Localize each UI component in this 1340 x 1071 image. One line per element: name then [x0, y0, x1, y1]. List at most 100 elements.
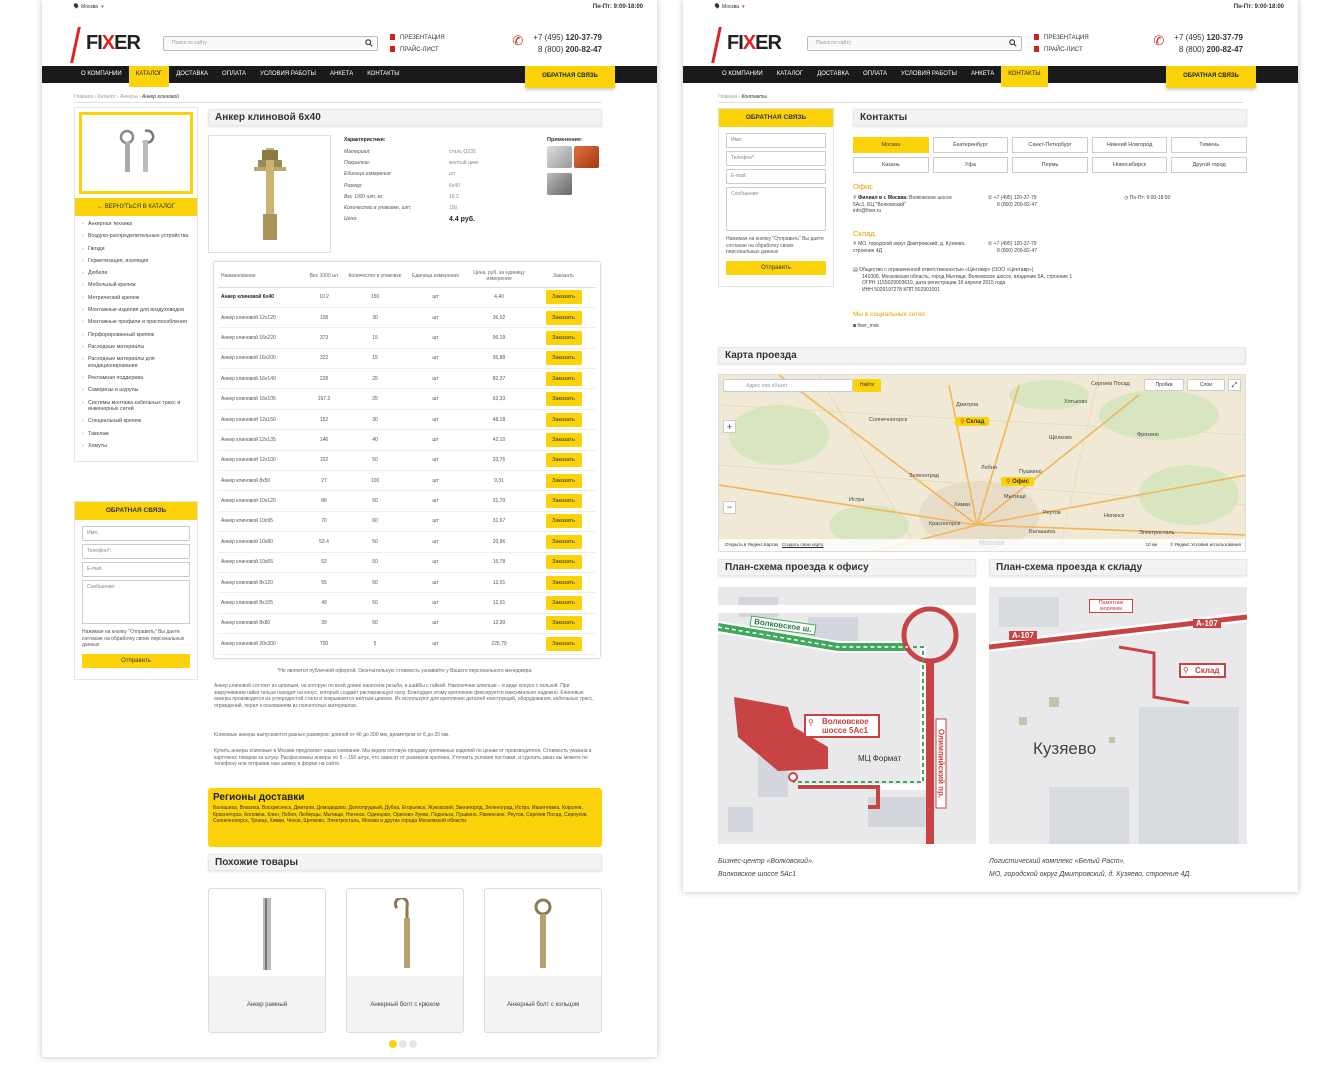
submit-button[interactable]: Отправить — [82, 653, 190, 668]
category-item[interactable]: Хомуты — [82, 443, 192, 450]
phone-field[interactable]: Телефон*: — [82, 544, 190, 559]
city-tab[interactable]: Уфа — [932, 157, 1009, 173]
office-email[interactable]: info@fixer.ru — [853, 208, 881, 214]
zoom-out-button[interactable]: − — [723, 501, 736, 514]
similar-card[interactable]: Анкерный болт с кольцом — [484, 888, 602, 1033]
nav-survey[interactable]: АНКЕТА — [323, 66, 360, 83]
phone-2[interactable]: 8 (800) 200-82-47 — [1174, 44, 1243, 56]
order-button[interactable]: Заказать — [545, 514, 582, 529]
submit-button[interactable]: Отправить — [726, 260, 826, 275]
category-item[interactable]: Перфорированный крепеж — [82, 332, 192, 339]
open-in-yandex-link[interactable]: Открыть в Яндекс.Картах — [725, 542, 778, 547]
presentation-link[interactable]: ПРЕЗЕНТАЦИЯ — [390, 32, 445, 44]
crumb-home[interactable]: Главная — [718, 94, 737, 100]
name-field[interactable]: Имя: — [726, 133, 826, 148]
search-input[interactable]: Поиск по сайту — [807, 36, 1022, 51]
crumb-catalog[interactable]: Каталог — [97, 94, 115, 100]
category-item[interactable]: Монтажные профили и приспособления — [82, 319, 192, 326]
order-button[interactable]: Заказать — [545, 371, 582, 386]
order-button[interactable]: Заказать — [545, 432, 582, 447]
feedback-button[interactable]: ОБРАТНАЯ СВЯЗЬ — [1166, 66, 1256, 88]
order-button[interactable]: Заказать — [545, 330, 582, 345]
order-button[interactable]: Заказать — [545, 392, 582, 407]
carousel-dot[interactable] — [409, 1040, 417, 1048]
fullscreen-icon[interactable]: ⤢ — [1228, 379, 1241, 391]
city-tab[interactable]: Тюмень — [1171, 137, 1247, 153]
nav-payment[interactable]: ОПЛАТА — [856, 66, 894, 83]
category-item[interactable]: Рекламная поддержка — [82, 375, 192, 382]
logo[interactable]: FIXER — [711, 27, 795, 67]
nav-delivery[interactable]: ДОСТАВКА — [810, 66, 856, 83]
carousel-dot[interactable] — [399, 1040, 407, 1048]
city-tab[interactable]: Пермь — [1012, 157, 1088, 173]
phone-2[interactable]: 8 (800) 200-82-47 — [533, 44, 602, 56]
phone-field[interactable]: Телефон*: — [726, 151, 826, 166]
logo[interactable]: FIXER — [70, 27, 154, 67]
city-tab[interactable]: Новосибирск — [1091, 157, 1168, 173]
order-button[interactable]: Заказать — [545, 534, 582, 549]
order-button[interactable]: Заказать — [545, 473, 582, 488]
city-tab[interactable]: Нижний Новгород — [1091, 137, 1168, 153]
nav-contacts[interactable]: КОНТАКТЫ — [360, 66, 406, 83]
map-search-input[interactable]: Адрес или объект — [723, 379, 853, 392]
city-tab[interactable]: Москва — [853, 137, 929, 153]
order-button[interactable]: Заказать — [545, 636, 582, 651]
nav-about[interactable]: О КОМПАНИИ — [74, 66, 129, 83]
nav-catalog[interactable]: КАТАЛОГ — [770, 66, 810, 83]
order-button[interactable]: Заказать — [545, 310, 582, 325]
carousel-dot[interactable] — [389, 1040, 397, 1048]
warehouse-phone-1[interactable]: +7 (495) 120-37-79 — [994, 241, 1037, 247]
map-layers-button[interactable]: Слои — [1187, 379, 1225, 391]
category-item[interactable]: Саморезы и шурупы — [82, 387, 192, 394]
order-button[interactable]: Заказать — [545, 351, 582, 366]
presentation-link[interactable]: ПРЕЗЕНТАЦИЯ — [1034, 32, 1089, 44]
order-button[interactable]: Заказать — [545, 555, 582, 570]
message-field[interactable]: Сообщение: — [82, 580, 190, 624]
category-item[interactable]: Дюбели — [82, 270, 192, 277]
nav-payment[interactable]: ОПЛАТА — [215, 66, 253, 83]
category-item[interactable]: Мебельный крепеж — [82, 282, 192, 289]
warehouse-phone-2[interactable]: 8 (800) 200-82-47 — [988, 248, 1037, 254]
city-tab[interactable]: Другой город — [1171, 157, 1247, 173]
order-button[interactable]: Заказать — [545, 290, 582, 305]
category-item[interactable]: Такелаж — [82, 431, 192, 438]
search-input[interactable]: Поиск по сайту — [163, 36, 378, 51]
pricelist-link[interactable]: ПРАЙС-ЛИСТ — [1034, 44, 1089, 56]
map-terms[interactable]: © Яндекс Условия использования — [1170, 539, 1241, 551]
name-field[interactable]: Имя: — [82, 526, 190, 541]
city-selector[interactable]: Москва ▾ — [715, 3, 745, 10]
nav-terms[interactable]: УСЛОВИЯ РАБОТЫ — [253, 66, 323, 83]
order-button[interactable]: Заказать — [545, 453, 582, 468]
nav-contacts[interactable]: КОНТАКТЫ — [1001, 66, 1048, 87]
nav-catalog[interactable]: КАТАЛОГ — [128, 66, 170, 87]
crumb-home[interactable]: Главная — [74, 94, 93, 100]
nav-survey[interactable]: АНКЕТА — [964, 66, 1001, 83]
similar-card[interactable]: Анкер рамный — [208, 888, 326, 1033]
city-selector[interactable]: Москва ▾ — [74, 3, 104, 10]
category-item[interactable]: Метрический крепеж — [82, 295, 192, 302]
category-item[interactable]: Расходные материалы — [82, 344, 192, 351]
back-to-catalog-button[interactable]: ← ВЕРНУТЬСЯ В КАТАЛОГ — [75, 198, 197, 216]
social-link[interactable]: ◙ fixer_msk — [853, 323, 879, 330]
zoom-in-button[interactable]: + — [723, 420, 736, 433]
category-item[interactable]: Системы монтажа кабельных трасс и инжене… — [82, 400, 192, 413]
nav-terms[interactable]: УСЛОВИЯ РАБОТЫ — [894, 66, 964, 83]
category-item[interactable]: Монтажные изделия для воздуховодов — [82, 307, 192, 314]
category-item[interactable]: Анкерная техника — [82, 221, 192, 228]
phone-1[interactable]: +7 (495) 120-37-79 — [1174, 32, 1243, 44]
message-field[interactable]: Сообщение: — [726, 187, 826, 231]
category-item[interactable]: Герметизация, изоляция — [82, 258, 192, 265]
email-field[interactable]: E-mail: — [726, 169, 826, 184]
order-button[interactable]: Заказать — [545, 494, 582, 509]
search-icon[interactable] — [365, 39, 373, 47]
feedback-button[interactable]: ОБРАТНАЯ СВЯЗЬ — [525, 66, 615, 88]
order-button[interactable]: Заказать — [545, 596, 582, 611]
map-traffic-button[interactable]: Пробки — [1144, 379, 1184, 391]
map-find-button[interactable]: Найти — [853, 379, 881, 392]
create-map-link[interactable]: Создать свою карту — [782, 542, 823, 547]
category-item[interactable]: Воздухо-распределительные устройства — [82, 233, 192, 240]
nav-about[interactable]: О КОМПАНИИ — [715, 66, 770, 83]
search-icon[interactable] — [1009, 39, 1017, 47]
office-phone-2[interactable]: 8 (800) 200-82-47 — [988, 202, 1037, 208]
order-button[interactable]: Заказать — [545, 412, 582, 427]
